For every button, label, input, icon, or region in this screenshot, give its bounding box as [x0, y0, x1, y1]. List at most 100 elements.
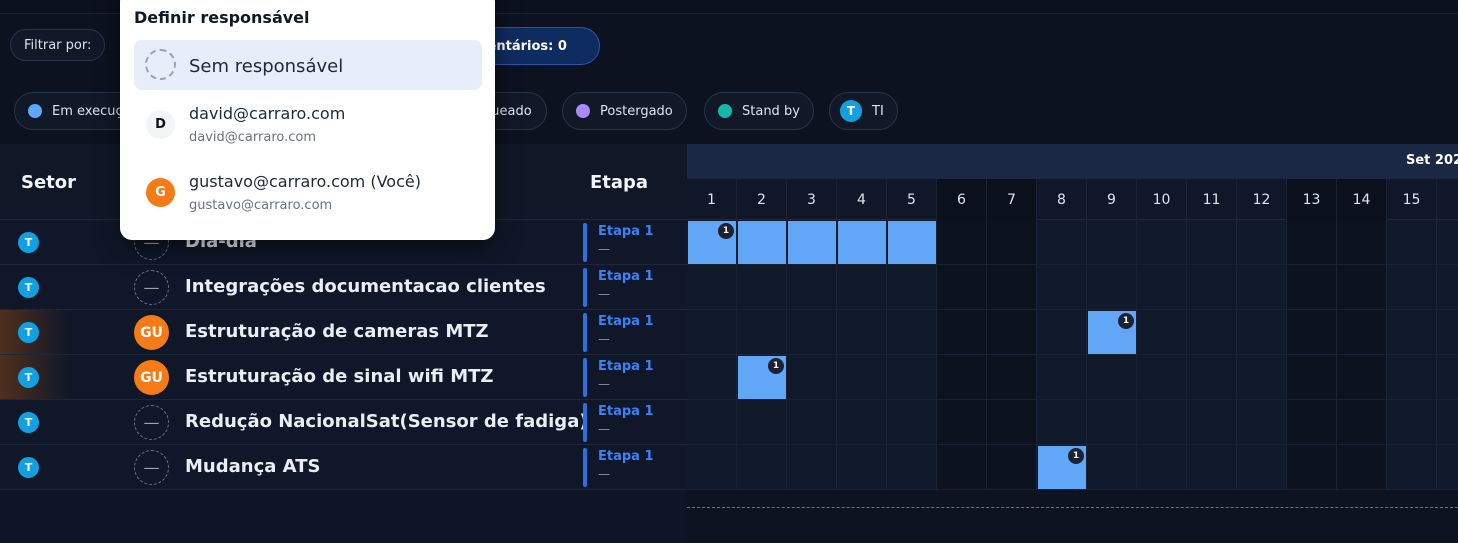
gantt-cell[interactable]	[1387, 400, 1437, 445]
gantt-cell[interactable]	[1437, 265, 1458, 310]
gantt-cell[interactable]	[887, 355, 937, 400]
gantt-cell[interactable]	[1337, 265, 1387, 310]
gantt-cell[interactable]	[787, 310, 837, 355]
task-name[interactable]: Mudança ATS	[185, 456, 320, 477]
gantt-bar-segment[interactable]	[788, 221, 836, 264]
gantt-cell[interactable]	[737, 400, 787, 445]
gantt-cell[interactable]	[1387, 355, 1437, 400]
gantt-cell[interactable]	[1087, 400, 1137, 445]
task-name[interactable]: Estruturação de sinal wifi MTZ	[185, 366, 494, 387]
gantt-bar-segment[interactable]	[838, 221, 886, 264]
gantt-cell[interactable]	[687, 310, 737, 355]
gantt-cell[interactable]	[787, 445, 837, 490]
gantt-cell[interactable]	[1337, 400, 1387, 445]
task-name[interactable]: Redução NacionalSat(Sensor de fadiga)	[185, 411, 588, 432]
etapa-label[interactable]: Etapa 1	[598, 224, 654, 239]
gantt-cell[interactable]	[1287, 400, 1337, 445]
gantt-cell[interactable]	[1387, 445, 1437, 490]
gantt-cell[interactable]	[1437, 400, 1458, 445]
gantt-cell[interactable]	[1037, 265, 1087, 310]
assignee-avatar[interactable]: GU	[134, 315, 169, 350]
gantt-cell[interactable]	[987, 265, 1037, 310]
assignee-avatar-empty[interactable]: —	[134, 450, 169, 485]
gantt-cell[interactable]	[1237, 310, 1287, 355]
gantt-cell[interactable]	[987, 400, 1037, 445]
gantt-cell[interactable]	[1387, 220, 1437, 265]
gantt-cell[interactable]	[1037, 355, 1087, 400]
gantt-cell[interactable]	[937, 445, 987, 490]
gantt-cell[interactable]	[1237, 400, 1287, 445]
gantt-cell[interactable]	[1237, 220, 1287, 265]
gantt-cell[interactable]	[1087, 220, 1137, 265]
table-row[interactable]: T — Redução NacionalSat(Sensor de fadiga…	[0, 400, 687, 445]
gantt-cell[interactable]	[1037, 400, 1087, 445]
gantt-cell[interactable]	[1237, 445, 1287, 490]
gantt-cell[interactable]	[1137, 355, 1187, 400]
etapa-label[interactable]: Etapa 1	[598, 269, 654, 284]
assignee-avatar[interactable]: GU	[134, 360, 169, 395]
gantt-cell[interactable]	[937, 355, 987, 400]
gantt-cell[interactable]	[737, 310, 787, 355]
gantt-cell[interactable]	[987, 220, 1037, 265]
gantt-cell[interactable]	[1137, 310, 1187, 355]
gantt-cell[interactable]	[687, 355, 737, 400]
option-gustavo[interactable]: G gustavo@carraro.com (Você) gustavo@car…	[134, 164, 482, 222]
gantt-cell[interactable]	[687, 445, 737, 490]
gantt-cell[interactable]	[1437, 445, 1458, 490]
gantt-cell[interactable]	[987, 310, 1037, 355]
status-chip-stand-by[interactable]: Stand by	[704, 92, 814, 130]
gantt-cell[interactable]	[1237, 355, 1287, 400]
gantt-cell[interactable]	[787, 400, 837, 445]
gantt-cell[interactable]	[1137, 220, 1187, 265]
etapa-label[interactable]: Etapa 1	[598, 449, 654, 464]
gantt-cell[interactable]	[837, 355, 887, 400]
gantt-cell[interactable]	[937, 400, 987, 445]
gantt-cell[interactable]	[987, 445, 1037, 490]
gantt-cell[interactable]	[937, 310, 987, 355]
gantt-cell[interactable]	[987, 355, 1037, 400]
gantt-bar-segment[interactable]	[888, 221, 936, 264]
gantt-cell[interactable]	[1037, 310, 1087, 355]
gantt-cell[interactable]	[1337, 310, 1387, 355]
gantt-cell[interactable]	[1237, 265, 1287, 310]
gantt-cell[interactable]	[937, 265, 987, 310]
task-name[interactable]: Integrações documentacao clientes	[185, 276, 546, 297]
gantt-cell[interactable]	[1387, 310, 1437, 355]
etapa-label[interactable]: Etapa 1	[598, 359, 654, 374]
gantt-cell[interactable]	[887, 445, 937, 490]
gantt-cell[interactable]	[1337, 355, 1387, 400]
gantt-cell[interactable]	[1187, 265, 1237, 310]
status-chip-postergado[interactable]: Postergado	[562, 92, 687, 130]
gantt-cell[interactable]	[1287, 310, 1337, 355]
etapa-label[interactable]: Etapa 1	[598, 314, 654, 329]
gantt-cell[interactable]	[787, 355, 837, 400]
gantt-cell[interactable]	[837, 310, 887, 355]
gantt-cell[interactable]	[1437, 355, 1458, 400]
table-row[interactable]: T — Mudança ATS Etapa 1 —	[0, 445, 687, 490]
gantt-cell[interactable]	[887, 310, 937, 355]
gantt-cell[interactable]	[1187, 310, 1237, 355]
gantt-cell[interactable]	[737, 265, 787, 310]
gantt-cell[interactable]	[887, 265, 937, 310]
gantt-cell[interactable]	[1187, 220, 1237, 265]
gantt-cell[interactable]	[1337, 220, 1387, 265]
option-david[interactable]: D david@carraro.com david@carraro.com	[134, 94, 482, 152]
sector-chip-ti[interactable]: T TI	[829, 92, 898, 130]
gantt-cell[interactable]	[1187, 445, 1237, 490]
gantt-cell[interactable]	[837, 400, 887, 445]
gantt-cell[interactable]	[1287, 445, 1337, 490]
assignee-avatar-empty[interactable]: —	[134, 405, 169, 440]
gantt-cell[interactable]	[787, 265, 837, 310]
option-no-assignee[interactable]: Sem responsável	[134, 40, 482, 90]
table-row[interactable]: T GU Estruturação de cameras MTZ Etapa 1…	[0, 310, 687, 355]
assignee-avatar-empty[interactable]: —	[134, 270, 169, 305]
column-header-setor[interactable]: Setor	[21, 172, 76, 193]
gantt-cell[interactable]	[1087, 355, 1137, 400]
gantt-cell[interactable]	[837, 265, 887, 310]
gantt-cell[interactable]	[687, 400, 737, 445]
gantt-cell[interactable]	[687, 265, 737, 310]
filter-by-button[interactable]: Filtrar por:	[10, 29, 106, 61]
gantt-cell[interactable]	[1337, 445, 1387, 490]
gantt-cell[interactable]	[1087, 265, 1137, 310]
gantt-bar-segment[interactable]	[738, 221, 786, 264]
